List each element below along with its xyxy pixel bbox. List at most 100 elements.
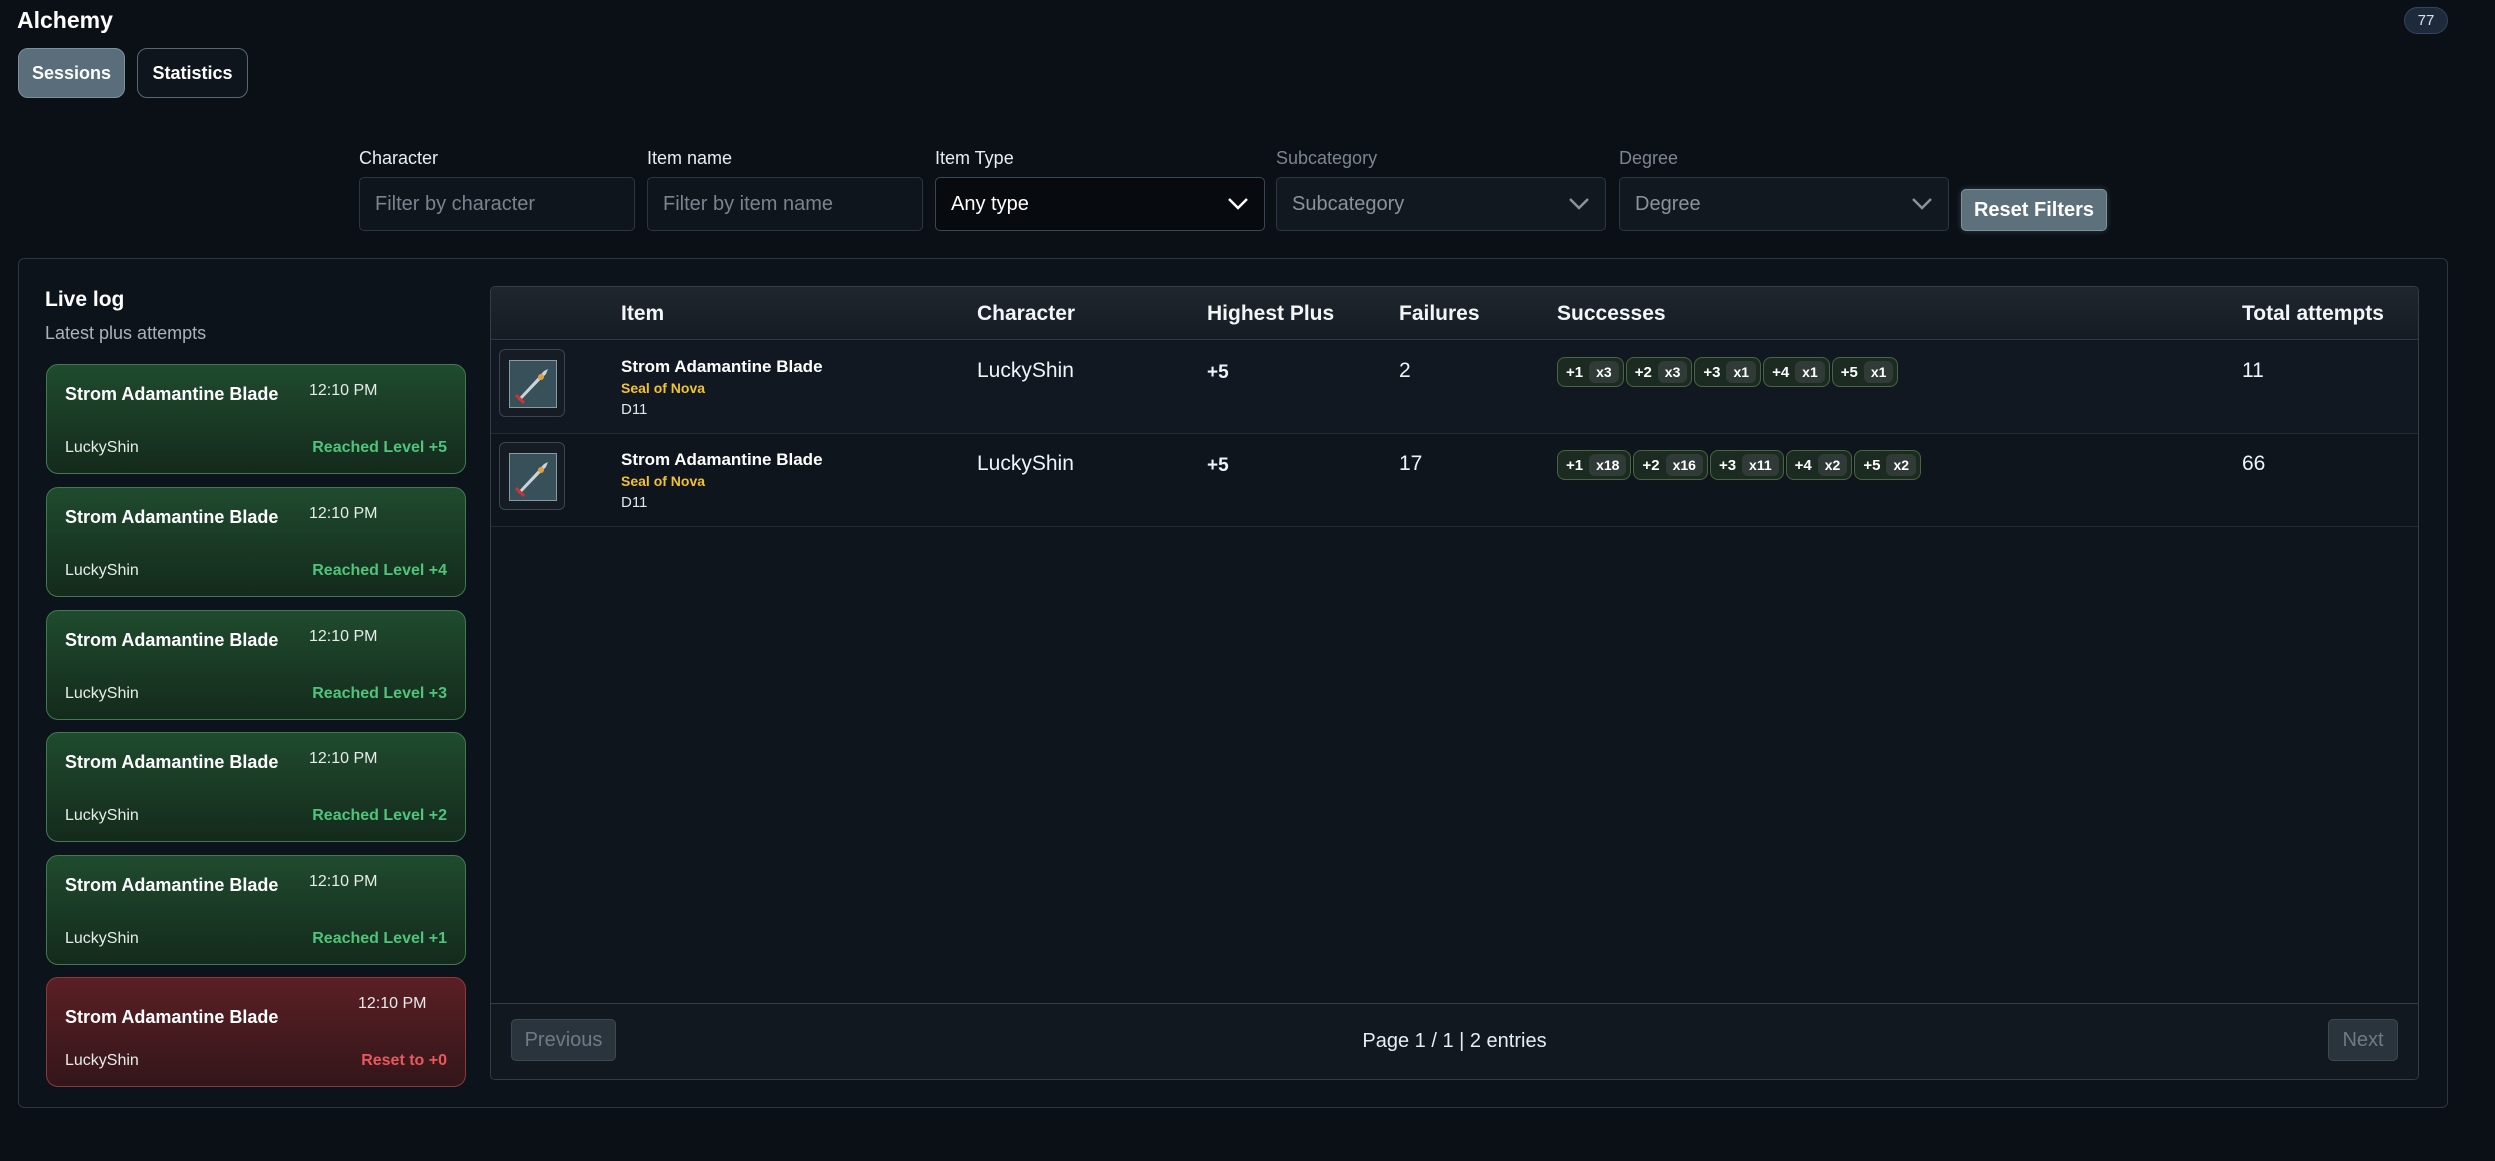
chevron-down-icon (1912, 198, 1932, 210)
chip-plus: +4 (1794, 456, 1812, 474)
version-badge: 77 (2404, 7, 2448, 34)
table-header: Item Character Highest Plus Failures Suc… (491, 287, 2418, 340)
log-item-name: Strom Adamantine Blade (65, 1007, 279, 1027)
subcategory-filter-label: Subcategory (1276, 148, 1378, 168)
chip-count: x3 (1589, 361, 1619, 383)
col-header-total-attempts[interactable]: Total attempts (2242, 302, 2384, 326)
col-header-character[interactable]: Character (977, 302, 1075, 326)
cell-total-attempts: 11 (2242, 359, 2264, 382)
log-status: Reached Level +2 (312, 807, 447, 824)
chip-plus: +3 (1718, 456, 1737, 474)
app-title: Alchemy (17, 7, 113, 33)
log-status: Reached Level +5 (312, 439, 447, 456)
chip-plus: +5 (1863, 456, 1881, 474)
live-log-entry: Strom Adamantine Blade 12:10 PM LuckyShi… (46, 732, 466, 842)
reset-filters-button[interactable]: Reset Filters (1961, 189, 2107, 231)
log-status: Reached Level +4 (312, 562, 447, 579)
success-chip: +2 x16 (1633, 450, 1708, 480)
chip-count: x1 (1726, 361, 1757, 383)
cell-character: LuckyShin (977, 359, 1074, 382)
live-log-title: Live log (45, 288, 125, 311)
live-log-entry: Strom Adamantine Blade 12:10 PM LuckyShi… (46, 487, 466, 597)
item-type-filter-label: Item Type (935, 148, 1014, 168)
log-item-name: Strom Adamantine Blade (65, 875, 279, 895)
log-character: LuckyShin (65, 685, 139, 702)
cell-highest-plus: +5 (1207, 455, 1229, 476)
sword-icon (509, 453, 557, 501)
success-chip: +1 x3 (1557, 357, 1624, 387)
successes-chips: +1 x3 +2 x3 +3 x1 +4 x1 +5 x1 (1557, 357, 1899, 387)
log-time: 12:10 PM (309, 505, 378, 522)
item-set-name: Seal of Nova (621, 380, 706, 396)
item-name: Strom Adamantine Blade (621, 357, 823, 376)
col-header-highest-plus[interactable]: Highest Plus (1207, 302, 1334, 326)
item-degree: D11 (621, 401, 648, 418)
log-character: LuckyShin (65, 807, 139, 824)
chip-count: x18 (1589, 454, 1627, 476)
chip-count: x3 (1657, 361, 1688, 383)
item-name-filter-input[interactable] (647, 177, 923, 231)
tab-sessions[interactable]: Sessions (18, 48, 125, 98)
table-row[interactable]: Strom Adamantine Blade Seal of Nova D11 … (491, 434, 2418, 527)
log-character: LuckyShin (65, 439, 139, 456)
table-row[interactable]: Strom Adamantine Blade Seal of Nova D11 … (491, 341, 2418, 434)
item-thumbnail (499, 349, 565, 417)
subcategory-select[interactable]: Subcategory (1276, 177, 1606, 231)
cell-character: LuckyShin (977, 452, 1074, 475)
col-header-item[interactable]: Item (621, 302, 664, 326)
success-chip: +3 x11 (1709, 450, 1784, 480)
chip-count: x16 (1665, 454, 1703, 476)
success-chip: +3 x1 (1694, 357, 1762, 387)
chip-plus: +2 (1642, 456, 1660, 474)
next-page-button[interactable]: Next (2328, 1019, 2398, 1061)
log-time: 12:10 PM (358, 995, 427, 1012)
chip-count: x11 (1742, 454, 1779, 476)
log-status: Reached Level +3 (312, 685, 447, 702)
chip-count: x1 (1863, 361, 1894, 383)
sessions-table: Item Character Highest Plus Failures Suc… (490, 286, 2419, 1080)
sword-icon (509, 360, 557, 408)
log-character: LuckyShin (65, 562, 139, 579)
subcategory-value: Subcategory (1292, 192, 1405, 215)
chip-plus: +4 (1772, 363, 1790, 381)
chip-plus: +5 (1840, 363, 1858, 381)
item-name: Strom Adamantine Blade (621, 450, 823, 469)
character-filter-label: Character (359, 148, 439, 168)
col-header-successes[interactable]: Successes (1557, 302, 1666, 326)
log-character: LuckyShin (65, 930, 139, 947)
item-thumbnail (499, 442, 565, 510)
item-type-select[interactable]: Any type (935, 177, 1265, 231)
live-log-entry: Strom Adamantine Blade 12:10 PM LuckyShi… (46, 610, 466, 720)
chevron-down-icon (1569, 198, 1589, 210)
item-set-name: Seal of Nova (621, 473, 706, 489)
degree-value: Degree (1635, 192, 1701, 215)
degree-select[interactable]: Degree (1619, 177, 1949, 231)
log-item-name: Strom Adamantine Blade (65, 507, 279, 527)
chip-count: x1 (1795, 361, 1825, 383)
log-time: 12:10 PM (309, 750, 378, 767)
chip-plus: +3 (1703, 363, 1721, 381)
chip-count: x2 (1886, 454, 1917, 476)
log-item-name: Strom Adamantine Blade (65, 384, 279, 404)
chevron-down-icon (1228, 198, 1248, 210)
log-status: Reset to +0 (361, 1052, 447, 1069)
item-type-value: Any type (951, 192, 1029, 215)
live-log-entry-failure: Strom Adamantine Blade 12:10 PM LuckyShi… (46, 977, 466, 1087)
chip-plus: +1 (1566, 456, 1584, 474)
pagination-info: Page 1 / 1 | 2 entries (1362, 1030, 1547, 1052)
success-chip: +4 x2 (1785, 450, 1853, 480)
chip-plus: +2 (1634, 363, 1652, 381)
log-status: Reached Level +1 (312, 930, 447, 947)
success-chip: +2 x3 (1625, 357, 1693, 387)
success-chip: +5 x1 (1831, 357, 1899, 387)
tab-statistics[interactable]: Statistics (137, 48, 248, 98)
degree-filter-label: Degree (1619, 148, 1679, 168)
live-log-subtitle: Latest plus attempts (45, 323, 207, 343)
log-character: LuckyShin (65, 1052, 139, 1069)
log-time: 12:10 PM (309, 628, 378, 645)
character-filter-input[interactable] (359, 177, 635, 231)
chip-count: x2 (1817, 454, 1848, 476)
cell-failures: 2 (1399, 359, 1411, 382)
col-header-failures[interactable]: Failures (1399, 302, 1480, 326)
item-name-filter-label: Item name (647, 148, 733, 168)
